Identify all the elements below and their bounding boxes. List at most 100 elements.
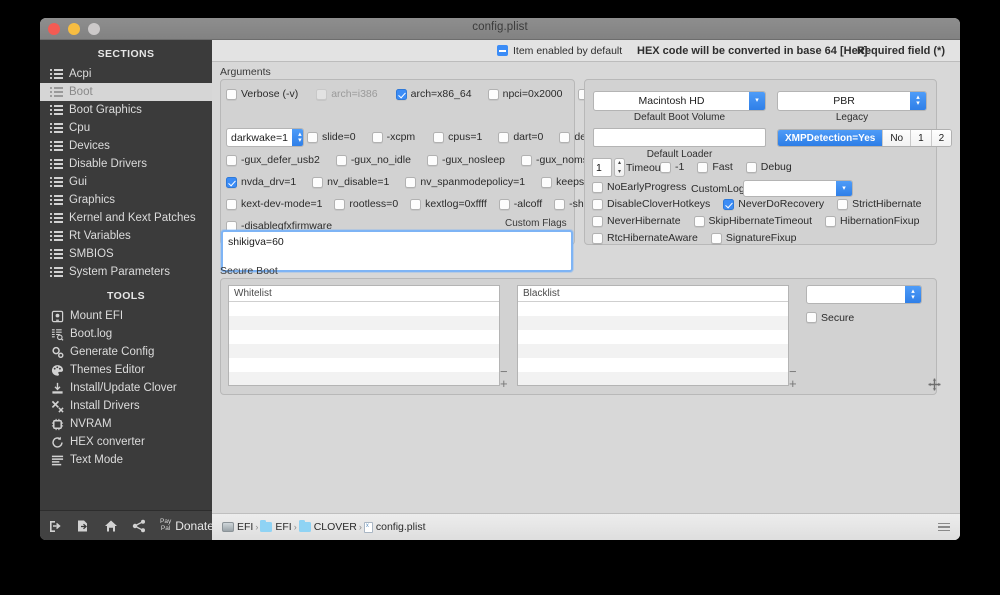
xmp-segment-1[interactable]: 1 bbox=[910, 130, 931, 146]
whitelist-remove-button[interactable]: − bbox=[500, 365, 508, 378]
breadcrumb-item-efi[interactable]: EFI bbox=[222, 521, 253, 533]
blacklist-add-button[interactable]: + bbox=[789, 377, 797, 390]
sidebar-tool-install-drivers[interactable]: Install Drivers bbox=[40, 397, 212, 415]
xmp-detection-segmented[interactable]: XMPDetection=Yes No 1 2 bbox=[777, 129, 953, 147]
darkwake-popup[interactable]: darkwake=1 ▴ ▾ bbox=[226, 128, 304, 147]
default-loader-input[interactable] bbox=[593, 128, 766, 147]
boot-opt-stricthibernate[interactable]: StrictHibernate bbox=[837, 198, 922, 210]
sidebar-tool-hex-converter[interactable]: HEX converter bbox=[40, 433, 212, 451]
export-icon[interactable] bbox=[76, 519, 90, 533]
sidebar-item-disable-drivers[interactable]: Disable Drivers bbox=[40, 155, 212, 173]
whitelist-row[interactable] bbox=[229, 302, 499, 316]
whitelist-row[interactable] bbox=[229, 358, 499, 372]
sidebar-tool-generate-config[interactable]: Generate Config bbox=[40, 343, 212, 361]
boot-opt-signaturefixup[interactable]: SignatureFixup bbox=[710, 232, 796, 244]
blacklist-row[interactable] bbox=[518, 302, 788, 316]
xmp-segment-xmpdetection-yes[interactable]: XMPDetection=Yes bbox=[778, 130, 883, 146]
timeout-opt-1[interactable]: -1 bbox=[660, 161, 684, 173]
whitelist-row[interactable] bbox=[229, 344, 499, 358]
whitelist-row[interactable] bbox=[229, 330, 499, 344]
share-icon[interactable] bbox=[132, 519, 146, 533]
whitelist-table[interactable]: Whitelist bbox=[228, 285, 500, 386]
arg-gux-nosleep[interactable]: -gux_nosleep bbox=[426, 154, 505, 166]
boot-opt-noearlyprogress[interactable]: NoEarlyProgress bbox=[592, 181, 686, 193]
sidebar-item-gui[interactable]: Gui bbox=[40, 173, 212, 191]
sidebar-item-rt-variables[interactable]: Rt Variables bbox=[40, 227, 212, 245]
sidebar-tool-mount-efi[interactable]: Mount EFI bbox=[40, 307, 212, 325]
blacklist-row[interactable] bbox=[518, 372, 788, 385]
secure-checkbox[interactable]: Secure bbox=[806, 312, 854, 324]
breadcrumb-item-efi[interactable]: EFI bbox=[260, 519, 292, 533]
window-titlebar[interactable]: config.plist bbox=[40, 18, 960, 40]
arg-alcoff[interactable]: -alcoff bbox=[498, 198, 542, 210]
arg-arch-x86-64[interactable]: arch=x86_64 bbox=[395, 88, 472, 100]
donate-button[interactable]: Pay Pal Donate bbox=[160, 518, 214, 532]
boot-opt-skiphibernatetimeout[interactable]: SkipHibernateTimeout bbox=[693, 215, 812, 227]
legacy-popup[interactable]: PBR ▴ ▾ bbox=[777, 91, 927, 111]
stepper-down-icon[interactable]: ▾ bbox=[615, 168, 624, 177]
arg-slide-0[interactable]: slide=0 bbox=[307, 131, 356, 143]
sidebar-item-devices[interactable]: Devices bbox=[40, 137, 212, 155]
sidebar-item-acpi[interactable]: Acpi bbox=[40, 65, 212, 83]
boot-opt-neverdorecovery[interactable]: NeverDoRecovery bbox=[723, 198, 824, 210]
stepper-up-icon[interactable]: ▴ bbox=[615, 159, 624, 168]
blacklist-table[interactable]: Blacklist bbox=[517, 285, 789, 386]
resize-handle-icon[interactable] bbox=[928, 378, 941, 396]
arg-kext-dev-mode-1[interactable]: kext-dev-mode=1 bbox=[226, 198, 322, 210]
boot-opt-rtchibernateaware[interactable]: RtcHibernateAware bbox=[592, 232, 698, 244]
boot-opt-neverhibernate[interactable]: NeverHibernate bbox=[592, 215, 681, 227]
arg-dart-0[interactable]: dart=0 bbox=[498, 131, 543, 143]
breadcrumb-item-clover[interactable]: CLOVER bbox=[298, 519, 357, 533]
blacklist-row[interactable] bbox=[518, 316, 788, 330]
sidebar-tool-themes-editor[interactable]: Themes Editor bbox=[40, 361, 212, 379]
boot-opt-hibernationfixup[interactable]: HibernationFixup bbox=[825, 215, 919, 227]
whitelist-add-button[interactable]: + bbox=[500, 377, 508, 390]
blacklist-remove-button[interactable]: − bbox=[789, 365, 797, 378]
sidebar-item-graphics[interactable]: Graphics bbox=[40, 191, 212, 209]
tools-icon bbox=[50, 400, 64, 413]
sidebar-item-system-parameters[interactable]: System Parameters bbox=[40, 263, 212, 281]
timeout-opt-debug[interactable]: Debug bbox=[745, 161, 792, 173]
breadcrumb-item-config-plist[interactable]: config.plist bbox=[363, 521, 425, 533]
hamburger-icon[interactable] bbox=[938, 522, 950, 532]
whitelist-row[interactable] bbox=[229, 372, 499, 385]
default-boot-volume-popup[interactable]: Macintosh HD ▾ bbox=[593, 91, 766, 111]
arg-verbose-v[interactable]: Verbose (-v) bbox=[226, 88, 298, 100]
sidebar-item-cpu[interactable]: Cpu bbox=[40, 119, 212, 137]
arg-gux-nomsi[interactable]: -gux_nomsi bbox=[521, 154, 590, 166]
arg-nv-spanmodepolicy-1[interactable]: nv_spanmodepolicy=1 bbox=[405, 176, 525, 188]
arg-cpus-1[interactable]: cpus=1 bbox=[433, 131, 482, 143]
sidebar-tool-text-mode[interactable]: Text Mode bbox=[40, 451, 212, 469]
arg-kextlog-0xffff[interactable]: kextlog=0xffff bbox=[410, 198, 487, 210]
arg-nvda-drv-1[interactable]: nvda_drv=1 bbox=[226, 176, 296, 188]
timeout-value[interactable]: 1 bbox=[592, 158, 612, 177]
secure-policy-popup[interactable]: ▴ ▾ bbox=[806, 285, 922, 304]
arg-nv-disable-1[interactable]: nv_disable=1 bbox=[312, 176, 389, 188]
whitelist-row[interactable] bbox=[229, 316, 499, 330]
blacklist-row[interactable] bbox=[518, 330, 788, 344]
arg-gux-no-idle[interactable]: -gux_no_idle bbox=[335, 154, 411, 166]
xmp-segment-no[interactable]: No bbox=[882, 130, 911, 146]
sidebar-item-boot-graphics[interactable]: Boot Graphics bbox=[40, 101, 212, 119]
sidebar-item-smbios[interactable]: SMBIOS bbox=[40, 245, 212, 263]
sidebar-item-boot[interactable]: Boot bbox=[40, 83, 212, 101]
sidebar-tool-boot-log[interactable]: Boot.log bbox=[40, 325, 212, 343]
sidebar-item-kernel-and-kext-patches[interactable]: Kernel and Kext Patches bbox=[40, 209, 212, 227]
timeout-stepper[interactable]: 1 ▴ ▾ bbox=[592, 158, 625, 177]
timeout-stepper-buttons[interactable]: ▴ ▾ bbox=[614, 158, 625, 177]
custom-flags-value: shikigva=60 bbox=[228, 236, 284, 248]
boot-opt-disablecloverhotkeys[interactable]: DisableCloverHotkeys bbox=[592, 198, 710, 210]
arg-npci-0x2000[interactable]: npci=0x2000 bbox=[487, 88, 562, 100]
custom-logo-popup[interactable]: ▾ bbox=[743, 180, 853, 197]
sidebar-tool-install-update-clover[interactable]: Install/Update Clover bbox=[40, 379, 212, 397]
sidebar-tool-nvram[interactable]: NVRAM bbox=[40, 415, 212, 433]
blacklist-row[interactable] bbox=[518, 344, 788, 358]
home-icon[interactable] bbox=[104, 519, 118, 533]
arg-xcpm[interactable]: -xcpm bbox=[371, 131, 415, 143]
import-icon[interactable] bbox=[48, 519, 62, 533]
xmp-segment-2[interactable]: 2 bbox=[930, 130, 952, 146]
arg-gux-defer-usb2[interactable]: -gux_defer_usb2 bbox=[226, 154, 320, 166]
blacklist-row[interactable] bbox=[518, 358, 788, 372]
arg-rootless-0[interactable]: rootless=0 bbox=[334, 198, 398, 210]
timeout-opt-fast[interactable]: Fast bbox=[697, 161, 733, 173]
